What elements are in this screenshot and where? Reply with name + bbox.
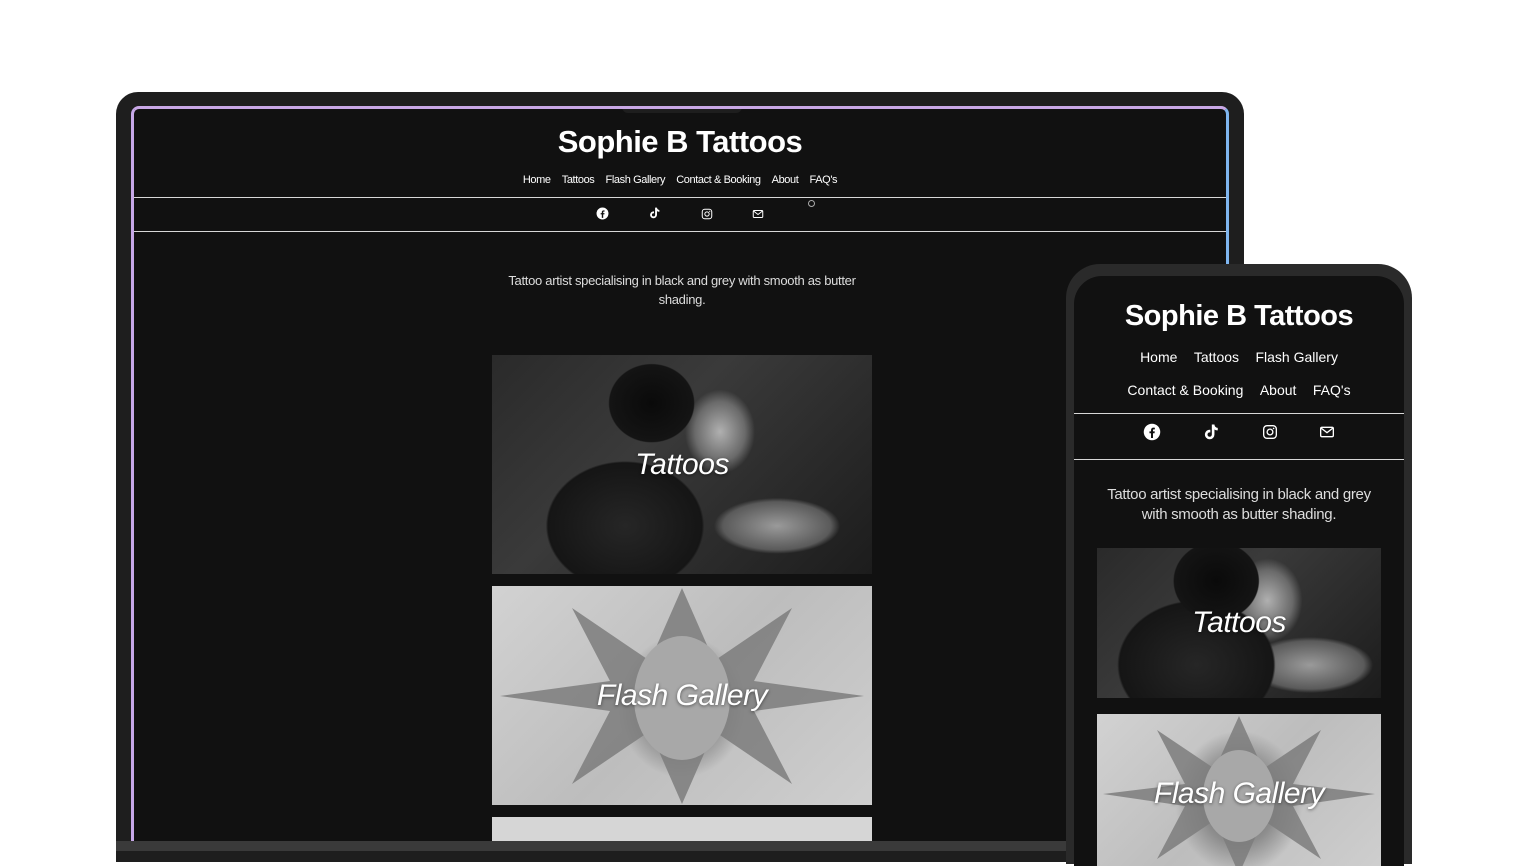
divider bbox=[1074, 413, 1404, 414]
nav-flash-gallery[interactable]: Flash Gallery bbox=[606, 174, 666, 186]
tile-label: Flash Gallery bbox=[1153, 777, 1325, 810]
tagline: Tattoo artist specialising in black and … bbox=[508, 273, 856, 307]
nav-tattoos[interactable]: Tattoos bbox=[562, 174, 595, 186]
nav-contact-booking[interactable]: Contact & Booking bbox=[1127, 382, 1243, 398]
phone-mockup: Sophie B Tattoos Home Tattoos Flash Gall… bbox=[1066, 264, 1412, 866]
site-title[interactable]: Sophie B Tattoos bbox=[134, 124, 1226, 160]
tiktok-icon[interactable] bbox=[1202, 422, 1220, 446]
tile-label: Tattoos bbox=[635, 447, 729, 481]
laptop-camera-notch bbox=[622, 109, 742, 113]
nav-tattoos[interactable]: Tattoos bbox=[1194, 349, 1239, 365]
divider bbox=[134, 197, 1226, 198]
social-links bbox=[134, 204, 1226, 232]
mail-icon[interactable] bbox=[752, 205, 764, 224]
tiktok-icon[interactable] bbox=[648, 205, 661, 224]
divider bbox=[134, 231, 1226, 232]
tattoos-tile[interactable]: Tattoos bbox=[492, 355, 872, 574]
tattoos-tile[interactable]: Tattoos bbox=[1097, 548, 1381, 698]
main-nav: Home Tattoos Flash Gallery Contact & Boo… bbox=[134, 173, 1226, 186]
tagline: Tattoo artist specialising in black and … bbox=[1107, 486, 1371, 523]
nav-about[interactable]: About bbox=[772, 174, 799, 186]
flash-gallery-tile[interactable]: Flash Gallery bbox=[492, 586, 872, 805]
flash-gallery-tile[interactable]: Flash Gallery bbox=[1097, 714, 1381, 866]
main-nav-row-2: Contact & Booking About FAQ's bbox=[1074, 382, 1404, 399]
social-links bbox=[1074, 422, 1404, 452]
nav-contact-booking[interactable]: Contact & Booking bbox=[676, 174, 761, 186]
nav-flash-gallery[interactable]: Flash Gallery bbox=[1255, 349, 1337, 365]
facebook-icon[interactable] bbox=[1143, 423, 1161, 445]
tile-label: Flash Gallery bbox=[596, 678, 768, 712]
facebook-icon[interactable] bbox=[596, 205, 609, 224]
nav-faqs[interactable]: FAQ's bbox=[810, 174, 838, 186]
phone-screen: Sophie B Tattoos Home Tattoos Flash Gall… bbox=[1074, 276, 1404, 866]
nav-faqs[interactable]: FAQ's bbox=[1313, 382, 1351, 398]
mail-icon[interactable] bbox=[1319, 424, 1335, 444]
instagram-icon[interactable] bbox=[701, 205, 713, 224]
divider bbox=[1074, 459, 1404, 460]
main-nav-row-1: Home Tattoos Flash Gallery bbox=[1074, 349, 1404, 366]
nav-home[interactable]: Home bbox=[1140, 349, 1177, 365]
instagram-icon[interactable] bbox=[1262, 424, 1278, 444]
nav-home[interactable]: Home bbox=[523, 174, 551, 186]
tile-label: Tattoos bbox=[1192, 606, 1286, 639]
nav-about[interactable]: About bbox=[1260, 382, 1297, 398]
site-title[interactable]: Sophie B Tattoos bbox=[1074, 300, 1404, 333]
laptop-screen: Sophie B Tattoos Home Tattoos Flash Gall… bbox=[131, 106, 1229, 846]
